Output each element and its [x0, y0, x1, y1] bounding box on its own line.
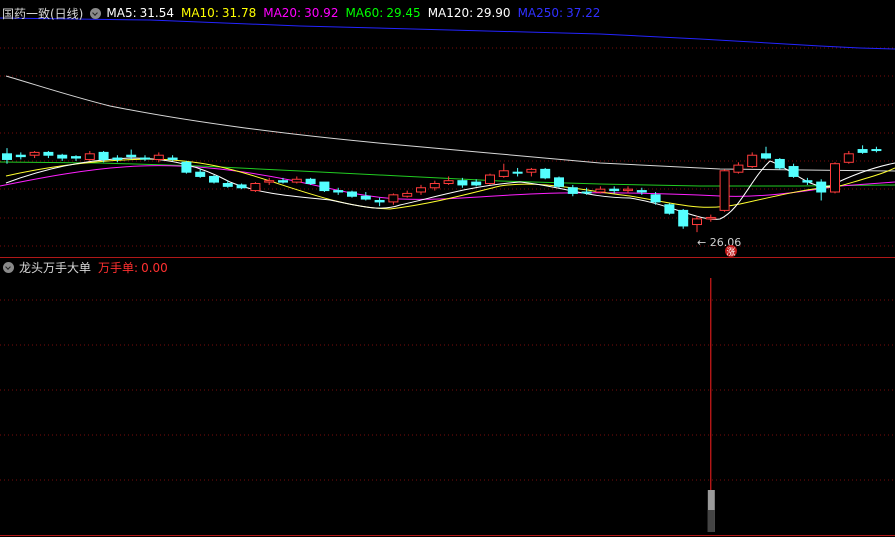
candle-body	[264, 180, 275, 183]
candle-body	[581, 191, 592, 194]
candle-body	[195, 171, 206, 177]
candle-body	[871, 149, 882, 152]
candle-body	[843, 153, 854, 163]
candle-body	[209, 175, 219, 183]
ma10-legend: MA10: 31.78	[180, 6, 257, 20]
candle-body	[650, 194, 661, 203]
candle-body	[788, 166, 799, 177]
candle-body	[347, 191, 357, 197]
ma60-legend: MA60: 29.45	[345, 6, 421, 20]
sub-panel-legend: 龙头万手大单 万手单: 0.00	[0, 257, 175, 277]
main-panel-legend: 国药一致(日线) MA5: 31.54 MA10: 31.78 MA20: 30.92…	[0, 3, 607, 23]
candle-body	[719, 170, 730, 211]
candle-body	[816, 181, 827, 193]
candle-body	[664, 204, 675, 214]
candle-body	[609, 188, 620, 192]
candle-body	[236, 184, 247, 189]
sub-panel-grid	[0, 299, 895, 481]
candle-body	[374, 199, 385, 203]
ma250-legend: MA250: 37.22	[517, 6, 601, 20]
candle-body	[84, 153, 95, 160]
candle-body	[567, 187, 578, 194]
candle-body	[678, 209, 689, 227]
sub-panel-title: 龙头万手大单	[19, 260, 92, 275]
candle-body	[498, 170, 509, 177]
event-badge-label: 涨	[726, 247, 735, 258]
candle-body	[291, 178, 302, 183]
ma5-legend: MA5: 31.54	[106, 6, 174, 20]
candle-body	[278, 180, 288, 183]
candle-body	[692, 218, 702, 226]
candle-body	[333, 190, 344, 193]
candle-body	[774, 158, 785, 169]
candle-body	[360, 195, 371, 200]
chevron-down-icon[interactable]	[3, 261, 14, 273]
candle-body	[15, 154, 26, 158]
event-badge: 涨	[725, 245, 737, 258]
candle-body	[802, 180, 813, 183]
main-panel-grid	[0, 47, 895, 247]
candle-body	[457, 180, 468, 186]
candle-body	[181, 161, 192, 173]
candle-body	[402, 192, 413, 197]
candle-body	[29, 151, 40, 156]
candle-body	[98, 151, 109, 160]
candle-body	[167, 157, 178, 160]
ma20-legend: MA20: 30.92	[263, 6, 339, 20]
candle-body	[43, 151, 54, 156]
candle-body	[222, 183, 233, 187]
candle-body	[733, 164, 744, 173]
candle-body	[705, 216, 716, 220]
candle-body	[857, 149, 868, 153]
candle-body	[830, 163, 840, 193]
candle-body	[761, 153, 771, 159]
candle-body	[623, 188, 633, 192]
chevron-down-icon[interactable]	[90, 7, 102, 19]
candle-body	[57, 154, 68, 159]
candle-body	[126, 154, 137, 158]
candle-body	[416, 187, 426, 193]
candle-body	[636, 190, 647, 193]
ma120-legend: MA120: 29.90	[427, 6, 511, 20]
candle-body	[540, 168, 551, 179]
candle-body	[319, 181, 330, 192]
candle-body	[443, 180, 454, 185]
candle-body	[153, 154, 164, 160]
candle-body	[554, 177, 564, 187]
candle-body	[2, 153, 12, 160]
candle-body	[485, 174, 495, 185]
candle-body	[595, 188, 606, 193]
chart-title: 国药一致(日线)	[2, 6, 84, 21]
candle-body	[429, 183, 440, 189]
ma5-line	[5, 157, 895, 220]
candle-body	[512, 171, 523, 174]
candle-body	[747, 154, 758, 168]
candle-body	[388, 194, 399, 203]
candle-body	[305, 178, 316, 185]
candle-body	[112, 157, 123, 160]
sub-panel-bars	[707, 278, 715, 532]
candle-body	[140, 157, 150, 160]
candle-body	[471, 181, 482, 186]
candle-body	[526, 168, 537, 173]
candle-body	[71, 156, 81, 159]
wanshou-indicator: 万手单: 0.00	[98, 260, 168, 275]
volume-bar-base	[707, 510, 715, 532]
candle-body	[250, 183, 261, 192]
